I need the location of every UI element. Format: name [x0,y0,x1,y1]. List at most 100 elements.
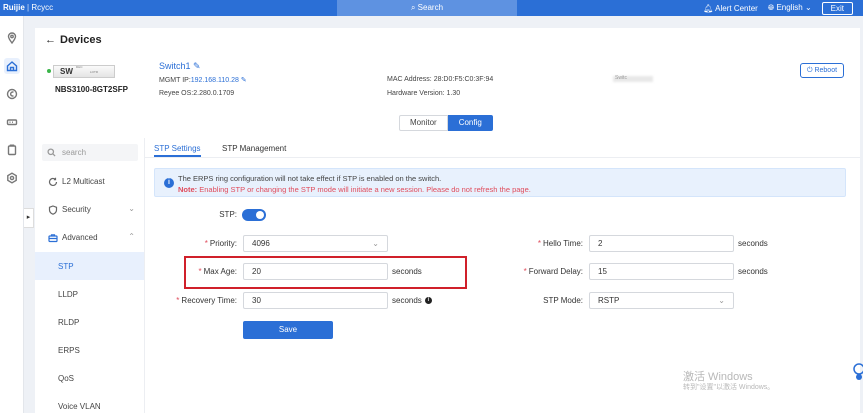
recovery-time-input[interactable]: 30 [243,292,388,309]
refresh-icon [48,177,58,187]
stp-mode-select[interactable]: RSTP ⌄ [589,292,734,309]
menu-item-security[interactable]: Security ⌄ [35,198,144,222]
menu-item-label: Advanced [62,233,98,242]
forward-delay-value: 15 [598,267,607,276]
settings-icon[interactable] [4,170,20,186]
back-arrow-icon[interactable]: ← [45,34,56,46]
forward-delay-input[interactable]: 15 [589,263,734,280]
search-icon [47,148,56,157]
forward-delay-unit: seconds [738,267,768,276]
globe-icon: 🌐︎ [767,3,775,12]
device-name-text: Switch1 [159,61,191,71]
left-icon-nav [0,16,24,413]
language-selector[interactable]: 🌐︎ English ⌄ [768,3,812,13]
tab-stp-management[interactable]: STP Management [222,144,286,153]
chevron-down-icon: ⌄ [128,204,135,213]
hw-label: Hardware Version: [387,90,445,97]
menu-search-input[interactable]: search [42,144,138,161]
shield-icon [48,205,58,215]
tabs-divider [145,157,860,158]
hardware-info: Hardware Version: 1.30 [387,90,460,97]
coin-icon[interactable] [4,86,20,102]
map-pin-icon[interactable] [4,30,20,46]
menu-item-rldp[interactable]: RLDP [35,311,144,335]
brand-separator: | [27,3,30,12]
top-right-actions: 🔔︎ Alert Center 🌐︎ English ⌄ Exit [703,0,853,16]
recovery-time-label: * Recovery Time: [155,296,237,305]
device-name[interactable]: Switch1 ✎ [159,61,201,72]
device-image-tiny-model: LOTR [90,70,99,74]
hello-time-label-text: Hello Time: [542,239,583,248]
device-badge: SW [60,67,73,76]
nav-collapse-toggle[interactable]: ▸ [24,208,34,228]
windows-watermark-subtitle: 转到"设置"以激活 Windows。 [683,384,775,391]
forward-delay-label-text: Forward Delay: [528,267,583,276]
device-icon[interactable] [4,114,20,130]
floating-assistant-icon[interactable] [851,363,863,381]
alert-note-text: Enabling STP or changing the STP mode wi… [197,185,531,194]
menu-item-qos[interactable]: QoS [35,367,144,391]
mac-info: MAC Address: 28:D0:F5:C0:3F:94 [387,76,493,83]
menu-item-l2-multicast[interactable]: L2 Multicast [35,170,144,194]
hello-time-input[interactable]: 2 [589,235,734,252]
top-bar: Ruijie | Rcycc ⌕ Search 🔔︎ Alert Center … [0,0,863,16]
recovery-time-unit-text: seconds [392,296,422,305]
info-alert: i The ERPS ring configuration will not t… [154,168,846,197]
exit-button[interactable]: Exit [821,1,853,15]
brand-logo[interactable]: Ruijie | Rcycc [3,3,53,12]
brand-name: Ruijie [3,3,25,12]
hello-time-value: 2 [598,239,603,248]
priority-label-text: Priority: [209,239,237,248]
os-version-info: Reyee OS:2.280.0.1709 [159,90,234,97]
chevron-down-icon: ⌄ [372,239,379,248]
stp-toggle[interactable] [242,209,266,221]
mgmt-ip-link[interactable]: 192.168.110.28 [191,77,239,84]
required-mark: * [537,239,541,248]
blurred-text: Switc [615,75,627,81]
menu-search-placeholder: search [62,148,87,157]
mac-label: MAC Address: [387,76,432,83]
alert-center-label: Alert Center [715,3,758,13]
global-search-bar[interactable]: ⌕ Search [337,0,517,16]
menu-item-lldp[interactable]: LLDP [35,283,144,307]
tab-stp-settings[interactable]: STP Settings [154,144,201,153]
menu-item-label: STP [58,262,74,271]
edit-icon[interactable]: ✎ [193,61,201,71]
chevron-down-icon: ⌄ [804,3,812,12]
menu-item-stp[interactable]: STP [35,252,144,280]
menu-item-erps[interactable]: ERPS [35,339,144,363]
edit-ip-icon[interactable]: ✎ [241,77,247,84]
tab-config[interactable]: Config [447,115,493,131]
bell-icon: 🔔︎ [703,3,714,13]
clipboard-icon[interactable] [4,142,20,158]
global-search-label: Search [417,3,444,12]
priority-label: * Priority: [165,239,237,248]
save-button[interactable]: Save [243,321,333,339]
recovery-time-value: 30 [252,296,261,305]
hw-value: 1.30 [446,90,461,97]
reboot-icon: ⏻ [806,67,813,74]
menu-item-voice-vlan[interactable]: Voice VLAN [35,395,144,413]
stp-label: STP: [219,210,237,219]
view-toggle: Monitor Config [399,115,493,131]
menu-item-advanced[interactable]: Advanced ⌃ [35,226,144,250]
help-icon[interactable]: i [424,297,432,305]
home-icon[interactable] [4,58,20,74]
chevron-down-icon: ⌄ [718,296,725,305]
tab-monitor[interactable]: Monitor [399,115,448,131]
main-panel: ← Devices SW DHC LOTR NBS3100-8GT2SFP Swi… [35,28,860,413]
menu-item-label: RLDP [58,318,80,327]
priority-select[interactable]: 4096 ⌄ [243,235,388,252]
alert-note-label: Note: [178,185,198,194]
device-image-tiny-label: DHC [76,65,83,69]
info-icon: i [164,178,174,188]
search-icon: ⌕ [410,3,416,12]
reboot-button[interactable]: ⏻ Reboot [800,63,844,78]
required-mark: * [204,239,208,248]
alert-center-link[interactable]: 🔔︎ Alert Center [703,4,758,13]
mgmt-ip-info: MGMT IP:192.168.110.28 ✎ [159,76,247,84]
page-title-text: Devices [60,34,102,46]
reboot-label: Reboot [814,67,838,74]
forward-delay-label: * Forward Delay: [495,267,583,276]
menu-item-label: LLDP [58,290,79,299]
